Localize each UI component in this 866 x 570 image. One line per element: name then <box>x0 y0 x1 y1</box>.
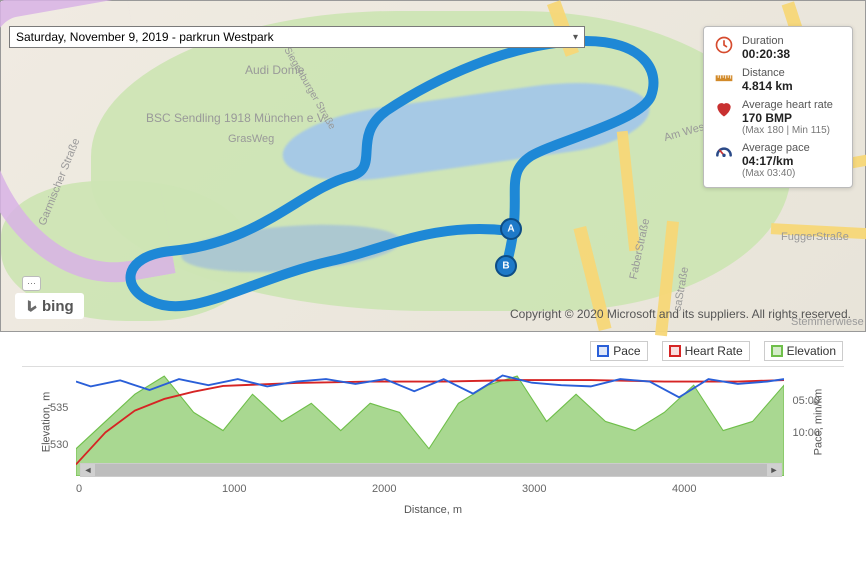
y-left-tick: 530 <box>50 439 68 451</box>
activity-dropdown-value: Saturday, November 9, 2019 - parkrun Wes… <box>16 30 274 44</box>
stat-duration-value: 00:20:38 <box>742 47 790 61</box>
pace-swatch-icon <box>597 345 609 357</box>
map-copyright: Copyright © 2020 Microsoft and its suppl… <box>510 307 851 321</box>
stat-pace-value: 04:17/km <box>742 154 810 168</box>
road-badge-2: ⋯ <box>22 276 41 291</box>
stat-duration-label: Duration <box>742 35 790 47</box>
bing-logo: bing <box>15 293 84 319</box>
stat-hr-sub: (Max 180 | Min 115) <box>742 125 833 136</box>
scroll-thumb[interactable] <box>95 464 767 476</box>
stat-pace: Average pace 04:17/km (Max 03:40) <box>714 142 842 179</box>
legend-elevation[interactable]: Elevation <box>764 341 843 361</box>
map-label-grasweg: GrasWeg <box>228 133 274 145</box>
scroll-right-icon[interactable]: ► <box>767 464 781 476</box>
stat-pace-label: Average pace <box>742 142 810 154</box>
map-label-bsc: BSC Sendling 1918 München e.V. <box>146 111 327 125</box>
stat-hr-label: Average heart rate <box>742 99 833 111</box>
chart-legend: Pace Heart Rate Elevation <box>22 340 844 362</box>
heartrate-swatch-icon <box>669 345 681 357</box>
x-axis-label: Distance, m <box>22 504 844 516</box>
heart-icon <box>714 99 734 119</box>
legend-pace[interactable]: Pace <box>590 341 647 361</box>
stat-duration: Duration 00:20:38 <box>714 35 842 61</box>
clock-icon <box>714 35 734 55</box>
map-label-fuggerstrasse: FuggerStraße <box>781 231 849 243</box>
x-tick: 3000 <box>522 483 546 495</box>
x-tick: 2000 <box>372 483 396 495</box>
activity-dropdown[interactable]: Saturday, November 9, 2019 - parkrun Wes… <box>9 26 585 48</box>
chart-svg <box>76 367 784 476</box>
stat-distance: Distance 4.814 km <box>714 67 842 93</box>
elevation-swatch-icon <box>771 345 783 357</box>
legend-heart-rate[interactable]: Heart Rate <box>662 341 750 361</box>
chart-area: Pace Heart Rate Elevation Elevation, m P… <box>0 332 866 554</box>
stat-distance-value: 4.814 km <box>742 79 793 93</box>
ruler-icon <box>714 67 734 87</box>
x-tick: 4000 <box>672 483 696 495</box>
stats-panel: Duration 00:20:38 Distance 4.814 km Aver… <box>703 26 853 188</box>
chart-scrollbar[interactable]: ◄ ► <box>80 463 782 477</box>
x-tick: 0 <box>76 483 82 495</box>
stat-distance-label: Distance <box>742 67 793 79</box>
stat-hr-value: 170 BMP <box>742 111 833 125</box>
stat-heartrate: Average heart rate 170 BMP (Max 180 | Mi… <box>714 99 842 136</box>
stat-pace-sub: (Max 03:40) <box>742 168 810 179</box>
y-right-tick: 05:00 <box>792 395 820 407</box>
y-right-tick: 10:00 <box>792 427 820 439</box>
chart-plot[interactable]: Elevation, m Pace, min/km 535 530 05:00 … <box>22 366 844 476</box>
scroll-left-icon[interactable]: ◄ <box>81 464 95 476</box>
x-tick: 1000 <box>222 483 246 495</box>
map[interactable]: Audi Dome BSC Sendling 1918 München e.V.… <box>0 0 866 332</box>
chevron-down-icon: ▾ <box>573 32 578 43</box>
gauge-icon <box>714 142 734 162</box>
y-left-tick: 535 <box>50 402 68 414</box>
